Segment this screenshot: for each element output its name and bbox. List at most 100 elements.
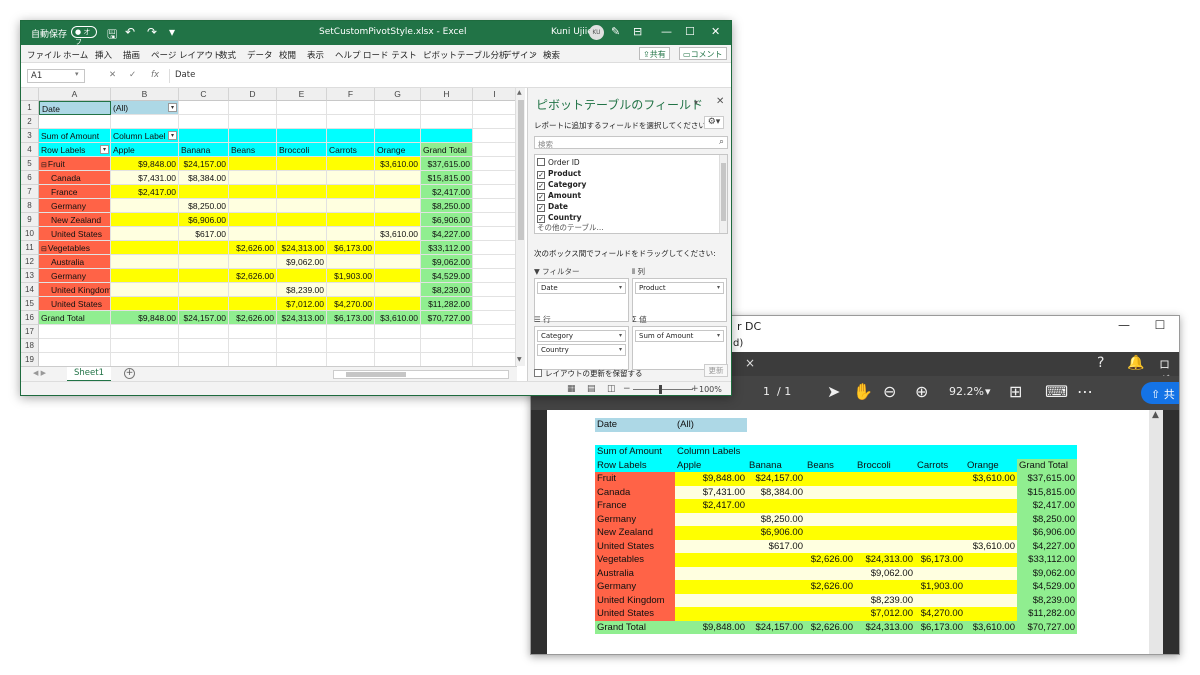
cell[interactable] xyxy=(327,283,375,297)
pdf-menu-fragment[interactable]: d) xyxy=(733,338,743,349)
page-break-icon[interactable]: ◫ xyxy=(607,384,616,394)
user-name[interactable]: Kuni Ujiie xyxy=(551,27,593,37)
cell[interactable] xyxy=(179,297,229,311)
cell[interactable]: $2,626.00 xyxy=(229,311,277,325)
grid-cell[interactable] xyxy=(375,325,421,339)
cell[interactable] xyxy=(421,129,473,143)
row-header[interactable]: 9 xyxy=(21,213,39,227)
cell[interactable]: $2,626.00 xyxy=(229,241,277,255)
row-header[interactable]: 15 xyxy=(21,297,39,311)
zoom-slider[interactable] xyxy=(633,389,693,390)
grid-cell[interactable] xyxy=(473,143,517,157)
cell[interactable] xyxy=(229,157,277,171)
cell[interactable] xyxy=(277,129,327,143)
column-header[interactable]: B xyxy=(111,88,179,101)
zoom-dropdown-icon[interactable]: ▾ xyxy=(985,385,991,398)
grid-cell[interactable] xyxy=(327,353,375,366)
grid-cell[interactable] xyxy=(473,339,517,353)
cell[interactable]: $7,012.00 xyxy=(277,297,327,311)
cell[interactable] xyxy=(375,269,421,283)
cell[interactable]: $4,270.00 xyxy=(327,297,375,311)
grid-cell[interactable] xyxy=(473,311,517,325)
row-header[interactable]: 13 xyxy=(21,269,39,283)
row-header[interactable]: 16 xyxy=(21,311,39,325)
cell[interactable]: United States xyxy=(39,227,111,241)
cell[interactable]: United Kingdom xyxy=(39,283,111,297)
cell[interactable] xyxy=(327,185,375,199)
close-icon[interactable]: ✕ xyxy=(716,96,724,107)
formula-input[interactable]: Date xyxy=(169,69,723,83)
grid-cell[interactable] xyxy=(327,101,375,115)
field-checkbox[interactable] xyxy=(537,158,545,166)
zoom-in-icon[interactable]: + xyxy=(691,384,699,394)
row-header[interactable]: 14 xyxy=(21,283,39,297)
grid-cell[interactable] xyxy=(473,269,517,283)
page-layout-icon[interactable]: ▤ xyxy=(587,384,596,394)
cell[interactable] xyxy=(375,199,421,213)
cell[interactable] xyxy=(179,269,229,283)
grid-cell[interactable] xyxy=(473,199,517,213)
grid-cell[interactable] xyxy=(229,115,277,129)
field-checkbox[interactable]: ✓ xyxy=(537,171,545,179)
cell[interactable]: $4,227.00 xyxy=(421,227,473,241)
cell[interactable] xyxy=(277,269,327,283)
row-header[interactable]: 17 xyxy=(21,325,39,339)
column-header[interactable]: C xyxy=(179,88,229,101)
grid-cell[interactable] xyxy=(473,101,517,115)
autosave-toggle[interactable]: ● オフ xyxy=(71,26,97,46)
ribbon-tab[interactable]: 検索 xyxy=(543,49,560,61)
grid-cell[interactable] xyxy=(229,353,277,366)
cell[interactable]: Banana xyxy=(179,143,229,157)
grid-cell[interactable] xyxy=(277,115,327,129)
cell[interactable]: Australia xyxy=(39,255,111,269)
cell[interactable]: $2,417.00 xyxy=(421,185,473,199)
collapse-icon[interactable]: ⊟ xyxy=(41,162,47,169)
cell[interactable]: Orange xyxy=(375,143,421,157)
cell[interactable]: Carrots xyxy=(327,143,375,157)
cell[interactable]: $1,903.00 xyxy=(327,269,375,283)
grid-cell[interactable] xyxy=(277,339,327,353)
field-checkbox[interactable]: ✓ xyxy=(537,182,545,190)
chevron-down-icon[interactable]: ▾ xyxy=(717,332,720,339)
cell[interactable]: $33,112.00 xyxy=(421,241,473,255)
row-header[interactable]: 3 xyxy=(21,129,39,143)
cell[interactable]: $7,431.00 xyxy=(111,171,179,185)
ribbon-tab[interactable]: ページ レイアウト xyxy=(151,49,222,61)
horizontal-scroll-thumb[interactable] xyxy=(346,372,406,377)
field-chip[interactable]: Date ▾ xyxy=(537,282,626,294)
cell[interactable] xyxy=(111,297,179,311)
update-button[interactable]: 更新 xyxy=(704,364,728,377)
cell[interactable]: $6,173.00 xyxy=(327,311,375,325)
cell[interactable] xyxy=(229,255,277,269)
cell[interactable]: Canada xyxy=(39,171,111,185)
cell[interactable]: France xyxy=(39,185,111,199)
zoom-out-icon[interactable]: ⊖ xyxy=(883,382,896,401)
scroll-up-icon[interactable]: ▲ xyxy=(1152,410,1159,420)
cell[interactable]: $3,610.00 xyxy=(375,227,421,241)
cell[interactable]: Apple xyxy=(111,143,179,157)
grid-cell[interactable] xyxy=(39,325,111,339)
cell[interactable]: $24,157.00 xyxy=(179,311,229,325)
column-header[interactable]: E xyxy=(277,88,327,101)
cell[interactable] xyxy=(375,213,421,227)
cell[interactable]: $9,848.00 xyxy=(111,311,179,325)
cell[interactable]: $617.00 xyxy=(179,227,229,241)
column-header[interactable]: A xyxy=(39,88,111,101)
cell[interactable]: $6,906.00 xyxy=(421,213,473,227)
more-icon[interactable]: ⋯ xyxy=(1077,382,1093,401)
cell[interactable]: United States xyxy=(39,297,111,311)
grid-cell[interactable] xyxy=(111,339,179,353)
function-icon[interactable]: fx xyxy=(151,70,159,80)
worksheet-grid[interactable]: A B C D E F G H I 1 2 3 4 5 6 7 8 9 10 11 12 13 14 15 16 17 18 19 Da… xyxy=(21,88,517,366)
ribbon-tab[interactable]: ヘルプ xyxy=(335,49,361,61)
select-all-corner[interactable] xyxy=(21,88,39,101)
share-button[interactable]: ⇧ 共 xyxy=(1141,382,1179,404)
cell[interactable]: Sum of Amount xyxy=(39,129,111,143)
cell[interactable] xyxy=(229,185,277,199)
cell[interactable] xyxy=(327,227,375,241)
keyboard-icon[interactable]: ⌨ xyxy=(1045,382,1068,401)
grid-cell[interactable] xyxy=(473,241,517,255)
grid-cell[interactable] xyxy=(473,255,517,269)
sheet-nav-icon[interactable]: ◀ ▶ xyxy=(33,369,46,377)
select-cursor-icon[interactable]: ➤ xyxy=(827,382,840,401)
